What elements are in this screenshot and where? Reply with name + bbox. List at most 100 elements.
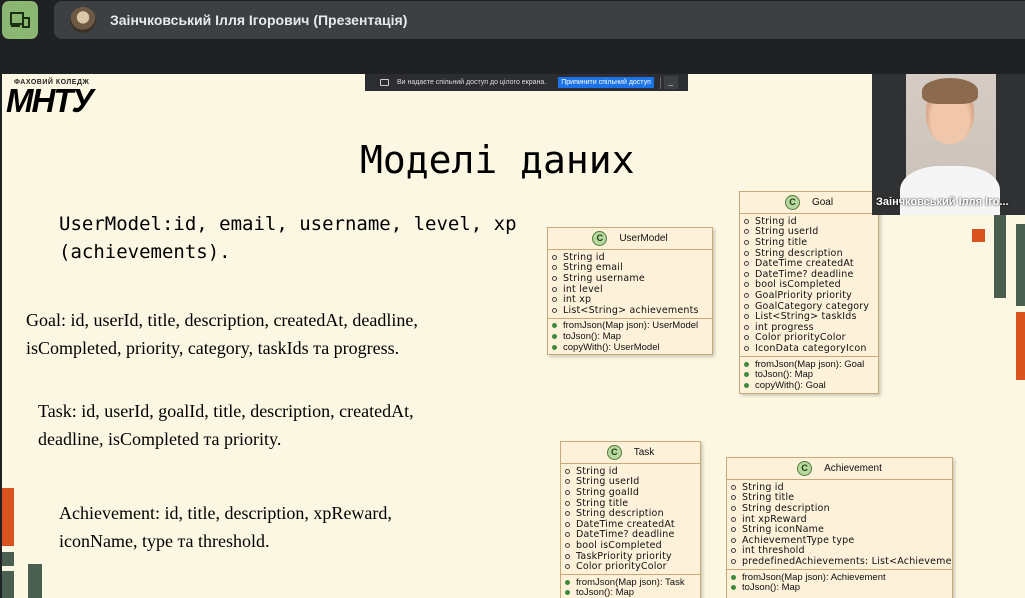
uml-fields: String id String userId String goalId St…	[561, 464, 700, 574]
field-icon	[744, 218, 749, 224]
method-icon	[744, 361, 749, 367]
method-icon	[552, 333, 557, 339]
uml-field: String id	[731, 482, 952, 493]
uml-field: Color priorityColor	[744, 332, 878, 343]
uml-method: fromJson(Map json): Task	[565, 577, 700, 588]
uml-field: String userId	[744, 226, 878, 237]
field-icon	[744, 292, 749, 298]
method-icon	[744, 372, 749, 378]
self-video-tile[interactable]: Заінчковський Ілля Іго...	[872, 74, 1025, 215]
deco-bar	[972, 229, 985, 242]
method-icon	[731, 574, 736, 580]
uml-class-usermodel: C UserModel String id String email Strin…	[547, 227, 713, 356]
self-view-name: Заінчковський Ілля Іго...	[876, 196, 1009, 208]
stop-sharing-button[interactable]: Припинити спільний доступ	[558, 77, 654, 88]
screen-share-bar: Ви надаєте спільний доступ до цілого екр…	[365, 74, 688, 91]
uml-methods: fromJson(Map json): Achievement toJson()…	[727, 568, 952, 595]
field-icon	[565, 511, 570, 517]
share-screen-icon	[380, 79, 389, 86]
usermodel-description: UserModel:id, email, username, level, xp…	[59, 213, 517, 263]
method-icon	[552, 344, 557, 350]
deco-bar	[28, 564, 42, 598]
field-icon	[731, 558, 736, 564]
logo-wordmark: МНТУ	[6, 82, 94, 119]
uml-header: C Achievement	[727, 458, 952, 480]
uml-field: String username	[552, 273, 712, 284]
uml-field: DateTime? deadline	[744, 269, 878, 280]
meeting-top-bar: Заінчковський Ілля Ігорович (Презентація…	[0, 0, 1025, 42]
field-icon	[744, 345, 749, 351]
uml-field: GoalCategory category	[744, 301, 878, 312]
uml-field: String description	[565, 508, 700, 519]
field-icon	[565, 479, 570, 485]
field-icon	[731, 484, 736, 490]
uml-class-name: Goal	[811, 197, 834, 208]
uml-class-achievement: C Achievement String id String title Str…	[726, 457, 953, 598]
class-c-icon: C	[592, 231, 608, 246]
field-icon	[565, 500, 570, 506]
uml-field: String userId	[565, 476, 700, 487]
uml-field: int threshold	[731, 545, 952, 556]
uml-field: AchievementType type	[731, 535, 952, 546]
layout-toggle-button[interactable]	[2, 1, 38, 39]
uml-fields: String id String email String username i…	[548, 250, 712, 318]
deco-bar	[2, 488, 14, 546]
deco-bar	[2, 552, 14, 566]
field-icon	[565, 489, 570, 495]
presenter-avatar	[70, 7, 96, 33]
field-icon	[731, 537, 736, 543]
achievement-description: Achievement: id, title, description, xpR…	[59, 503, 392, 551]
field-icon	[552, 307, 557, 313]
uml-method: copyWith(): UserModel	[552, 342, 712, 353]
field-icon	[565, 564, 570, 570]
uml-field: bool isCompleted	[744, 279, 878, 290]
uml-header: C Goal	[740, 192, 878, 214]
task-description: Task: id, userId, goalId, title, descrip…	[38, 401, 414, 449]
field-icon	[744, 282, 749, 288]
uml-field: DateTime? deadline	[565, 529, 700, 540]
uml-method: fromJson(Map json): Goal	[744, 359, 878, 370]
uml-class-goal: C Goal String id String userId String ti…	[739, 191, 879, 394]
uml-field: int level	[552, 284, 712, 295]
field-icon	[731, 495, 736, 501]
field-icon	[731, 548, 736, 554]
field-icon	[565, 468, 570, 474]
uml-field: List<String> taskIds	[744, 311, 878, 322]
uml-field: String email	[552, 262, 712, 273]
presenter-chip[interactable]: Заінчковський Ілля Ігорович (Презентація…	[54, 1, 1025, 39]
field-icon	[744, 250, 749, 256]
field-icon	[731, 516, 736, 522]
method-icon	[565, 579, 570, 585]
uml-class-name: Task	[633, 447, 655, 458]
uml-field: String id	[565, 466, 700, 477]
field-icon	[552, 254, 557, 260]
field-icon	[744, 239, 749, 245]
uml-method: fromJson(Map json): Achievement	[731, 572, 952, 583]
field-icon	[552, 265, 557, 271]
uml-methods: fromJson(Map json): Goal toJson(): Map c…	[740, 355, 878, 393]
uml-methods: fromJson(Map json): UserModel toJson(): …	[548, 317, 712, 355]
uml-field: DateTime createdAt	[744, 258, 878, 269]
uml-field: bool isCompleted	[565, 540, 700, 551]
deco-bar	[2, 571, 14, 598]
uml-field: String description	[731, 503, 952, 514]
field-icon	[552, 297, 557, 303]
method-icon	[552, 323, 557, 329]
goal-description: Goal: id, userId, title, description, cr…	[26, 310, 418, 358]
college-logo: ФАХОВИЙ КОЛЕДЖ МНТУ	[6, 79, 94, 119]
method-icon	[565, 590, 570, 596]
uml-field: List<String> achievements	[552, 305, 712, 316]
slide-title: Моделі даних	[360, 138, 635, 182]
uml-method: fromJson(Map json): UserModel	[552, 320, 712, 331]
share-message: Ви надаєте спільний доступ до цілого екр…	[397, 79, 547, 86]
uml-class-name: Achievement	[824, 463, 882, 474]
uml-field: String id	[552, 252, 712, 263]
uml-field: TaskPriority priority	[565, 551, 700, 562]
deco-bar	[1016, 224, 1025, 306]
class-c-icon: C	[797, 461, 813, 476]
uml-header: C UserModel	[548, 228, 712, 250]
uml-field: String title	[731, 492, 952, 503]
hide-bar-button[interactable]: _	[663, 76, 678, 89]
uml-field: String goalId	[565, 487, 700, 498]
field-icon	[565, 532, 570, 538]
